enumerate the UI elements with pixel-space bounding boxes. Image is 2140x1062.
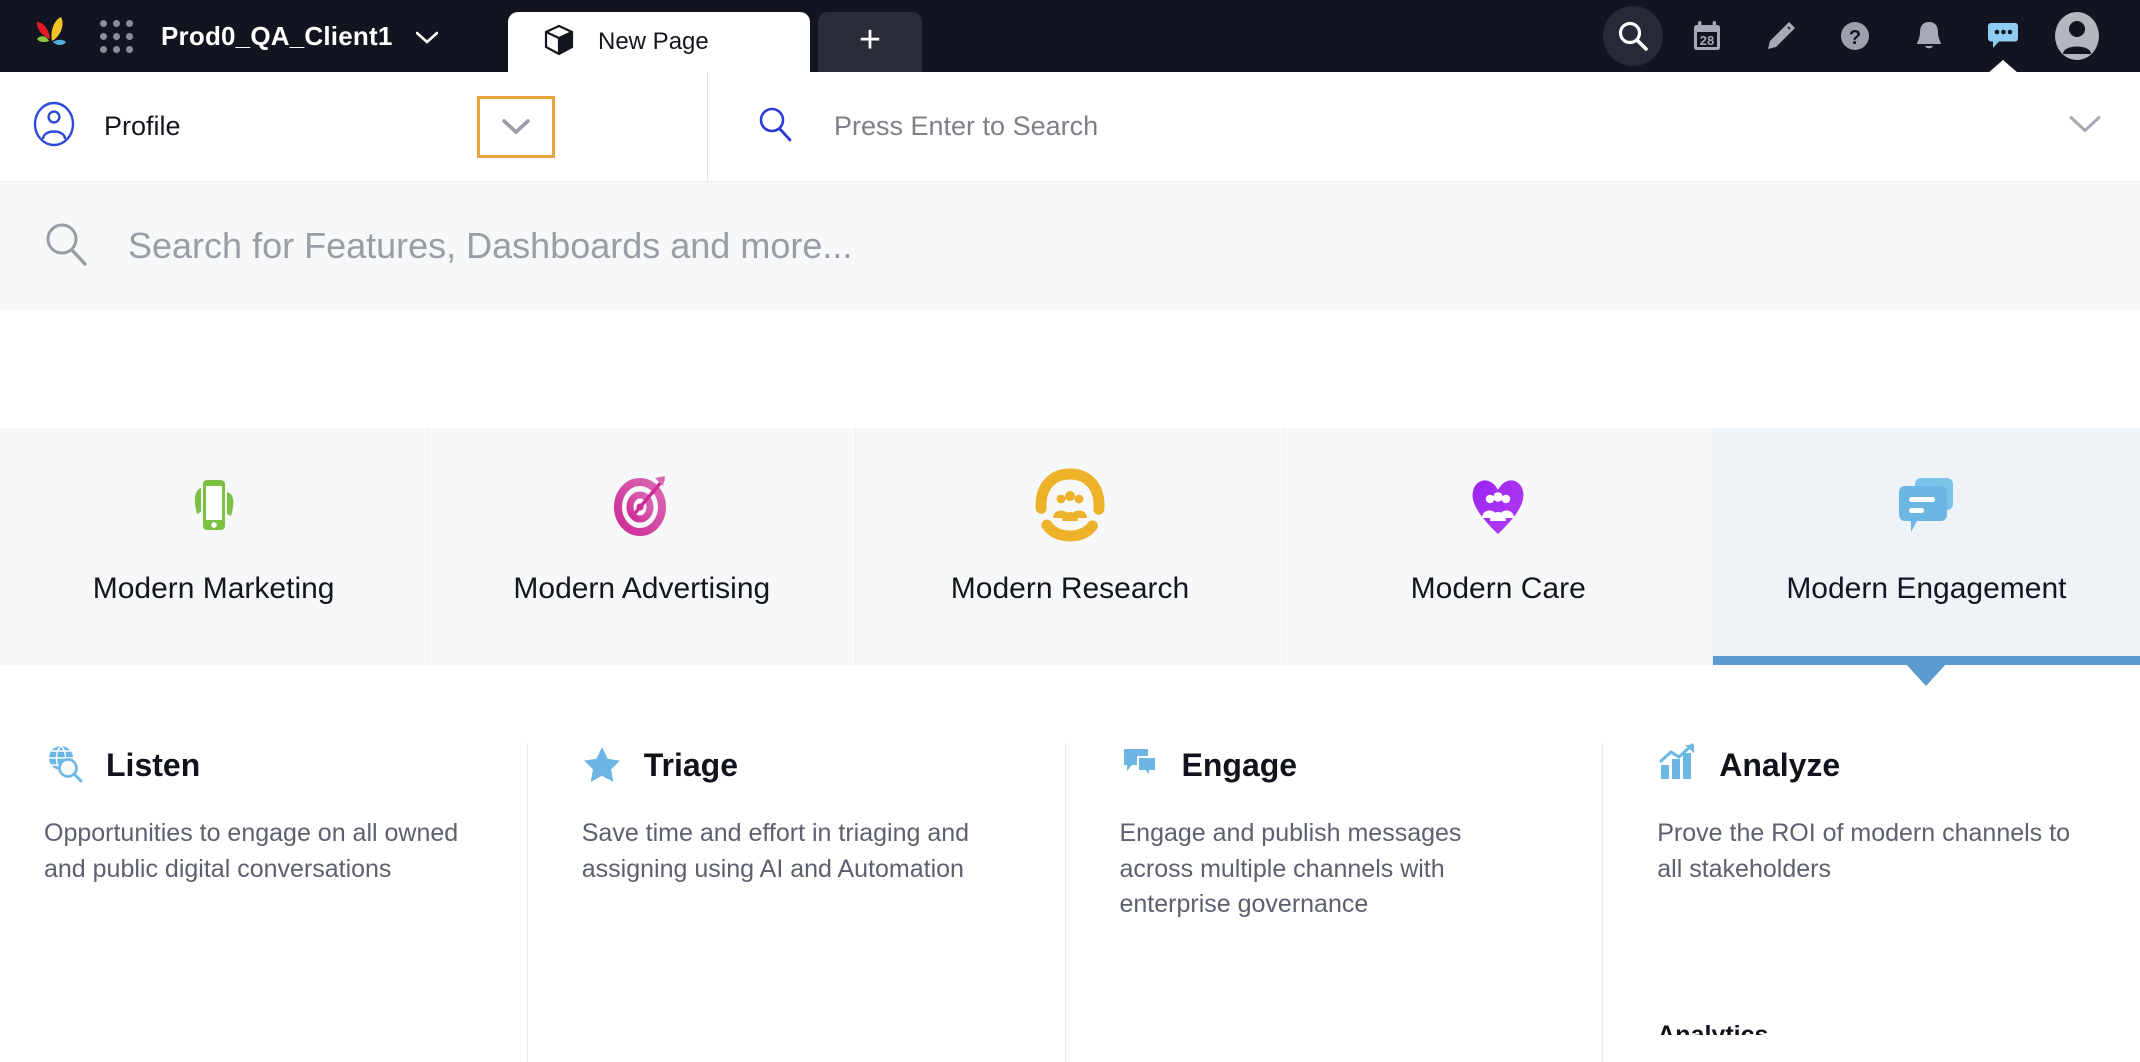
research-cycle-icon bbox=[1031, 466, 1109, 544]
help-icon: ? bbox=[1841, 22, 1869, 50]
category-label: Modern Advertising bbox=[513, 572, 771, 605]
new-tab-button[interactable]: + bbox=[818, 12, 922, 72]
global-search-bar[interactable] bbox=[0, 182, 2140, 310]
feature-description: Prove the ROI of modern channels to all … bbox=[1657, 819, 2070, 883]
collapse-chevron-icon[interactable] bbox=[2068, 114, 2102, 139]
user-circle-icon bbox=[30, 100, 78, 153]
search-icon bbox=[1618, 21, 1648, 51]
chat-bubbles-icon bbox=[1120, 743, 1160, 788]
topbar-icon-cluster: 28 ? bbox=[1596, 0, 2114, 73]
profile-search-input[interactable] bbox=[834, 111, 1434, 142]
plus-icon: + bbox=[858, 19, 882, 61]
search-icon-highlight bbox=[1603, 6, 1663, 66]
calendar-icon-button[interactable]: 28 bbox=[1670, 0, 1744, 72]
category-tile-modern-research[interactable]: Modern Research bbox=[856, 428, 1285, 665]
feature-description: Save time and effort in triaging and ass… bbox=[581, 819, 970, 883]
grid-dot bbox=[100, 19, 107, 27]
feature-title: Engage bbox=[1181, 747, 1298, 783]
profile-dropdown-button[interactable] bbox=[477, 95, 555, 158]
globe-search-icon bbox=[44, 743, 84, 788]
calendar-day-label: 28 bbox=[1700, 33, 1714, 48]
search-icon-button[interactable] bbox=[1596, 0, 1670, 72]
category-tile-modern-advertising[interactable]: Modern Advertising bbox=[428, 428, 857, 665]
global-search-input[interactable] bbox=[128, 225, 1528, 267]
category-label: Modern Research bbox=[950, 572, 1190, 605]
category-tile-modern-marketing[interactable]: Modern Marketing bbox=[0, 428, 429, 665]
grid-dot bbox=[113, 19, 120, 27]
pencil-icon bbox=[1768, 22, 1795, 49]
tab-label: New Page bbox=[598, 28, 709, 55]
client-name-label: Prod0_QA_Client1 bbox=[161, 20, 393, 51]
grid-dot bbox=[126, 32, 133, 40]
grid-dot bbox=[126, 19, 133, 27]
category-label: Modern Engagement bbox=[1786, 572, 2067, 605]
top-navigation-bar: Prod0_QA_Client1 New Page + 28 ? bbox=[0, 0, 2140, 73]
feature-title: Analyze bbox=[1719, 747, 1841, 783]
avatar-icon-button[interactable] bbox=[2040, 0, 2114, 72]
mobile-phone-icon bbox=[175, 466, 253, 544]
heart-people-icon bbox=[1459, 466, 1537, 544]
app-grid-icon[interactable] bbox=[100, 19, 133, 53]
feature-header: Engage bbox=[1120, 743, 1543, 788]
feature-header: Listen bbox=[44, 743, 467, 788]
category-tile-modern-care[interactable]: Modern Care bbox=[1284, 428, 1713, 665]
tiles-spacer bbox=[0, 665, 2140, 743]
feature-description: Engage and publish messages across multi… bbox=[1119, 819, 1462, 918]
bell-icon bbox=[1917, 22, 1941, 49]
star-icon bbox=[582, 743, 622, 788]
feature-subitem[interactable]: Analytics bbox=[1657, 1021, 1768, 1035]
profile-section: Profile bbox=[0, 72, 708, 181]
search-icon bbox=[42, 220, 90, 273]
feature-card-analyze[interactable]: Analyze Prove the ROI of modern channels… bbox=[1603, 743, 2140, 1062]
svg-text:?: ? bbox=[1849, 27, 1861, 49]
bar-chart-trend-icon bbox=[1657, 743, 1697, 788]
profile-search-section bbox=[708, 72, 2140, 181]
cube-icon bbox=[542, 23, 576, 62]
feature-title: Triage bbox=[643, 747, 739, 783]
category-tile-modern-engagement[interactable]: Modern Engagement bbox=[1712, 428, 2140, 686]
grid-dot bbox=[100, 45, 107, 53]
feature-description: Opportunities to engage on all owned and… bbox=[44, 819, 459, 883]
chat-icon bbox=[1988, 23, 2018, 48]
target-arrow-icon bbox=[603, 466, 681, 544]
sprinklr-logo[interactable] bbox=[28, 13, 74, 59]
feature-card-engage[interactable]: Engage Engage and publish messages acros… bbox=[1066, 743, 1604, 1062]
help-icon-button[interactable]: ? bbox=[1818, 0, 1892, 72]
feature-header: Triage bbox=[582, 743, 1005, 788]
chevron-down-icon bbox=[502, 118, 530, 134]
grid-dot bbox=[113, 32, 120, 40]
tab-new-page[interactable]: New Page bbox=[508, 12, 810, 72]
category-label: Modern Marketing bbox=[92, 572, 335, 605]
profile-bar: Profile bbox=[0, 72, 2140, 182]
chat-icon-button[interactable] bbox=[1966, 0, 2040, 73]
avatar-icon bbox=[2055, 12, 2099, 60]
pencil-icon-button[interactable] bbox=[1744, 0, 1818, 72]
chevron-down-icon[interactable] bbox=[415, 21, 439, 52]
grid-dot bbox=[113, 45, 120, 53]
profile-label: Profile bbox=[104, 111, 181, 141]
client-selector[interactable]: Prod0_QA_Client1 bbox=[161, 20, 439, 52]
feature-title: Listen bbox=[106, 747, 201, 783]
category-tile-row: Modern Marketing Modern Advertising Mode… bbox=[0, 428, 2140, 686]
feature-header: Analyze bbox=[1657, 743, 2080, 788]
feature-card-row: Listen Opportunities to engage on all ow… bbox=[0, 743, 2140, 1062]
grid-dot bbox=[126, 45, 133, 53]
topbar-left-group: Prod0_QA_Client1 bbox=[0, 0, 439, 72]
feature-card-triage[interactable]: Triage Save time and effort in triaging … bbox=[528, 743, 1066, 1062]
grid-dot bbox=[100, 32, 107, 40]
bell-icon-button[interactable] bbox=[1892, 0, 1966, 72]
search-icon bbox=[756, 105, 794, 148]
content-spacer bbox=[0, 310, 2140, 428]
calendar-icon: 28 bbox=[1694, 21, 1720, 50]
chat-bubbles-icon bbox=[1887, 466, 1965, 544]
category-label: Modern Care bbox=[1410, 572, 1586, 605]
active-tile-caret bbox=[1906, 664, 1947, 686]
feature-card-listen[interactable]: Listen Opportunities to engage on all ow… bbox=[44, 743, 528, 1062]
